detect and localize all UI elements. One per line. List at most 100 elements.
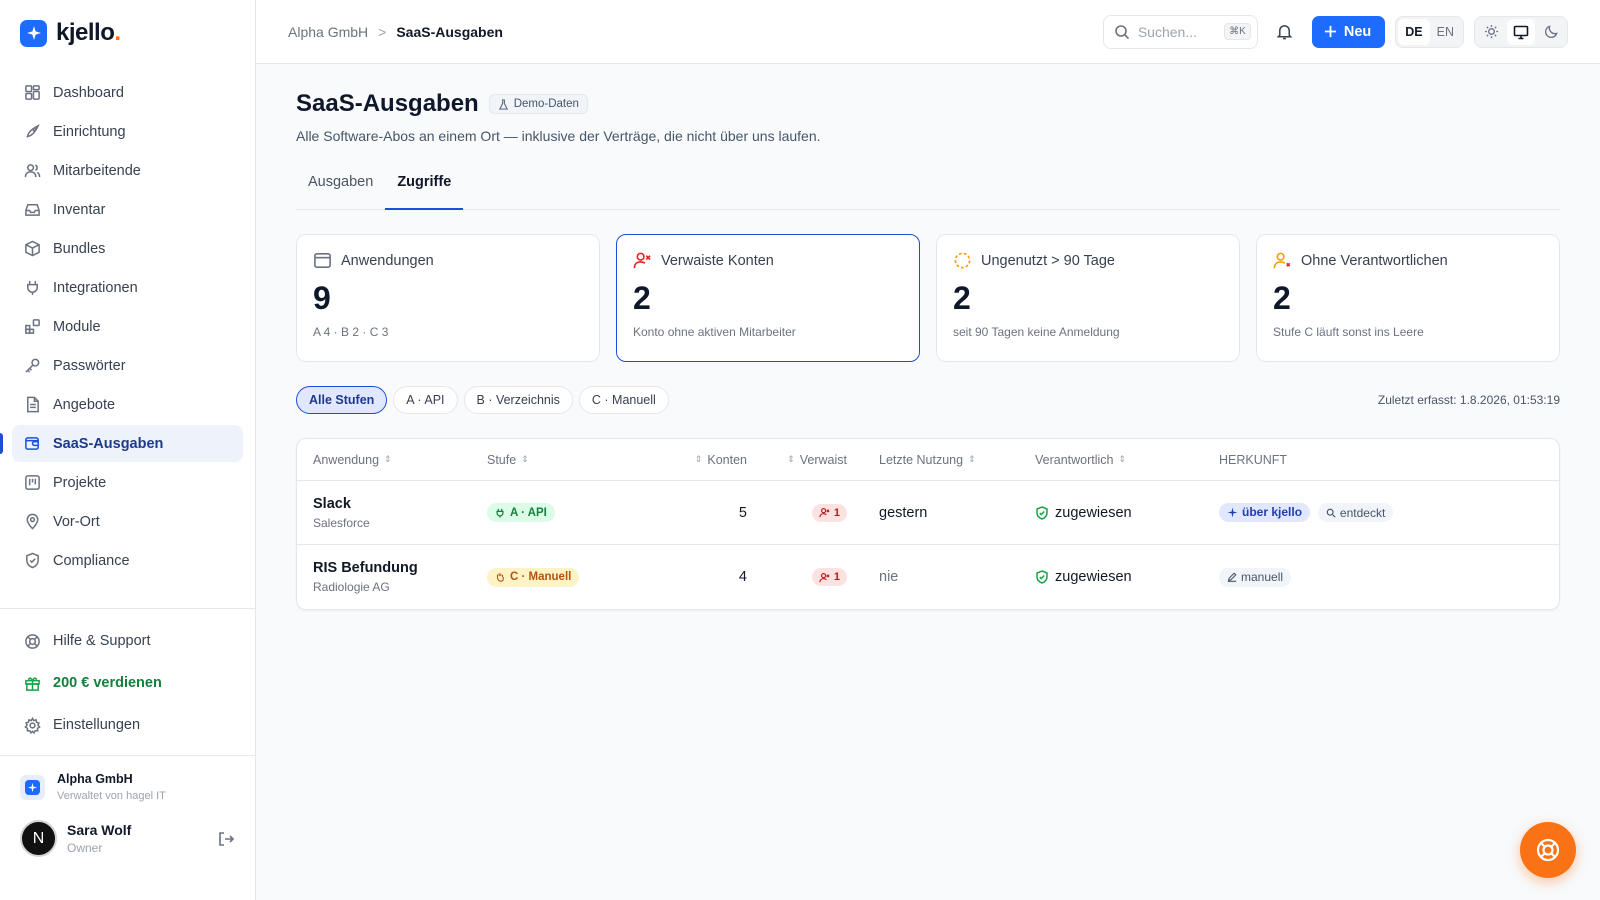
notifications-button[interactable] (1268, 15, 1302, 49)
sort-icon: ⇕ (1118, 454, 1127, 464)
kpi-title: Verwaiste Konten (661, 252, 774, 269)
page-subtitle: Alle Software-Abos an einem Ort — inklus… (296, 128, 821, 144)
sidebar-item-dashboard[interactable]: Dashboard (12, 74, 243, 111)
plug-icon (496, 508, 504, 518)
kpi-value: 2 (633, 280, 651, 316)
sidebar-item-label: Inventar (53, 201, 106, 218)
lang-en[interactable]: EN (1430, 19, 1461, 45)
sort-icon: ⇕ (384, 454, 392, 464)
search-placeholder: Suchen... (1137, 23, 1197, 40)
theme-light[interactable] (1477, 19, 1505, 45)
source-badge-kjello: über kjello (1219, 502, 1311, 522)
last-captured-timestamp: Zuletzt erfasst: 1.8.2026, 01:53:19 (1377, 393, 1560, 407)
theme-dark[interactable] (1537, 19, 1565, 45)
sidebar-item-label: Module (53, 318, 101, 335)
shield-check-icon (1036, 570, 1048, 584)
kpi-value: 2 (1273, 280, 1291, 316)
sidebar-item-compliance[interactable]: Compliance (12, 542, 243, 579)
language-switcher: DE EN (1395, 15, 1464, 48)
sidebar-item-label: Einstellungen (53, 717, 141, 733)
grid-icon (25, 85, 40, 100)
kpi-card-ungenutzt[interactable]: Ungenutzt > 90 Tage 2 seit 90 Tagen kein… (936, 234, 1240, 362)
kpi-card-verwaiste-konten[interactable]: Verwaiste Konten 2 Konto ohne aktiven Mi… (616, 234, 920, 362)
breadcrumb-parent[interactable]: Alpha GmbH (288, 24, 368, 40)
sidebar-item-settings[interactable]: Einstellungen (12, 705, 243, 745)
sidebar-item-earn[interactable]: 200 € verdienen (12, 663, 243, 703)
tier-badge: A · API (487, 503, 555, 522)
app-name[interactable]: Slack (313, 496, 487, 512)
filter-chip-api[interactable]: A · API (393, 386, 458, 414)
location-icon (26, 513, 39, 530)
hand-icon (496, 573, 504, 582)
logout-icon[interactable] (217, 830, 235, 848)
sidebar-item-saas-ausgaben[interactable]: SaaS-Ausgaben (0, 425, 243, 462)
inbox-icon (25, 204, 40, 216)
app-vendor: Salesforce (313, 515, 370, 530)
app-name[interactable]: RIS Befundung (313, 560, 487, 576)
tab-ausgaben[interactable]: Ausgaben (296, 174, 385, 209)
table-header: Anwendung ⇕ Stufe ⇕ ⇕ Konten ⇕ Verwaist Letz… (297, 439, 1559, 481)
filter-chip-verzeichnis[interactable]: B · Verzeichnis (463, 386, 573, 414)
column-header-verwaist[interactable]: ⇕ Verwaist (747, 453, 847, 467)
orphaned-badge[interactable]: 1 (811, 568, 847, 586)
table-row[interactable]: Slack Salesforce A · API 5 1 gestern zug… (297, 481, 1559, 545)
sidebar: kjello. Dashboard Einrichtung Mitarbeite… (0, 0, 256, 900)
sidebar-item-bundles[interactable]: Bundles (12, 230, 243, 267)
sidebar-item-label: Projekte (53, 474, 107, 491)
table-row[interactable]: RIS Befundung Radiologie AG C · Manuell … (297, 545, 1559, 609)
filter-chip-manuell[interactable]: C · Manuell (578, 386, 669, 414)
sidebar-item-integrationen[interactable]: Integrationen (12, 269, 243, 306)
kpi-cards: Anwendungen 9 A 4 · B 2 · C 3 Verwaiste … (296, 234, 1560, 362)
sidebar-item-module[interactable]: Module (12, 308, 243, 345)
demo-data-badge: Demo-Daten (488, 94, 588, 114)
source-badge-entdeckt: entdeckt (1317, 503, 1394, 523)
sidebar-item-help[interactable]: Hilfe & Support (12, 621, 243, 661)
sidebar-item-einrichtung[interactable]: Einrichtung (12, 113, 243, 150)
org-switcher[interactable]: Alpha GmbH Verwaltet von hagel IT N Sara… (0, 755, 255, 900)
sidebar-item-projekte[interactable]: Projekte (12, 464, 243, 501)
lang-de[interactable]: DE (1398, 18, 1430, 45)
kpi-title: Ungenutzt > 90 Tage (981, 252, 1115, 269)
sidebar-item-passwoerter[interactable]: Passwörter (12, 347, 243, 384)
column-header-verantwortlich[interactable]: Verantwortlich ⇕ (1035, 453, 1219, 467)
document-icon (27, 396, 39, 413)
help-fab-button[interactable] (1520, 822, 1576, 878)
sidebar-item-inventar[interactable]: Inventar (12, 191, 243, 228)
owner-status[interactable]: zugewiesen (1035, 505, 1219, 521)
shield-icon (26, 552, 39, 569)
logo[interactable]: kjello. (0, 0, 255, 66)
sidebar-item-angebote[interactable]: Angebote (12, 386, 243, 423)
kjello-logo-icon (20, 19, 47, 47)
new-button[interactable]: Neu (1311, 15, 1386, 48)
kpi-card-anwendungen[interactable]: Anwendungen 9 A 4 · B 2 · C 3 (296, 234, 600, 362)
shield-check-icon (1036, 505, 1048, 520)
column-header-konten[interactable]: ⇕ Konten (647, 453, 747, 467)
user-warning-icon (1273, 252, 1291, 269)
sidebar-item-mitarbeitende[interactable]: Mitarbeitende (12, 152, 243, 189)
key-icon (25, 358, 40, 373)
breadcrumb-current: SaaS-Ausgaben (396, 23, 503, 40)
column-header-anwendung[interactable]: Anwendung ⇕ (313, 453, 487, 467)
app-vendor: Radiologie AG (313, 580, 390, 594)
search-input[interactable]: Suchen... ⌘K (1102, 14, 1258, 49)
kpi-card-ohne-verantwortlichen[interactable]: Ohne Verantwortlichen 2 Stufe C läuft so… (1256, 234, 1560, 362)
org-name: Alpha GmbH (57, 772, 133, 786)
plug-icon (27, 280, 38, 296)
sidebar-item-vor-ort[interactable]: Vor-Ort (12, 503, 243, 540)
owner-status[interactable]: zugewiesen (1035, 569, 1219, 585)
tier-filter: Alle Stufen A · API B · Verzeichnis C · … (296, 386, 1560, 414)
tab-zugriffe[interactable]: Zugriffe (385, 174, 464, 210)
orphaned-badge[interactable]: 1 (811, 503, 847, 522)
org-managed-by: Verwaltet von hagel IT (57, 790, 166, 802)
user-x-icon (633, 252, 651, 269)
column-header-stufe[interactable]: Stufe ⇕ (487, 453, 647, 467)
sparkle-icon (1227, 507, 1238, 518)
kpi-title: Anwendungen (341, 252, 434, 269)
user-menu[interactable]: N Sara Wolf Owner (20, 820, 235, 857)
theme-system[interactable] (1507, 18, 1535, 45)
filter-chip-alle[interactable]: Alle Stufen (296, 386, 388, 414)
sidebar-item-label: SaaS-Ausgaben (53, 435, 164, 452)
sort-icon: ⇕ (968, 454, 976, 464)
column-header-letzte-nutzung[interactable]: Letzte Nutzung ⇕ (847, 453, 1035, 467)
last-usage: gestern (879, 504, 928, 521)
